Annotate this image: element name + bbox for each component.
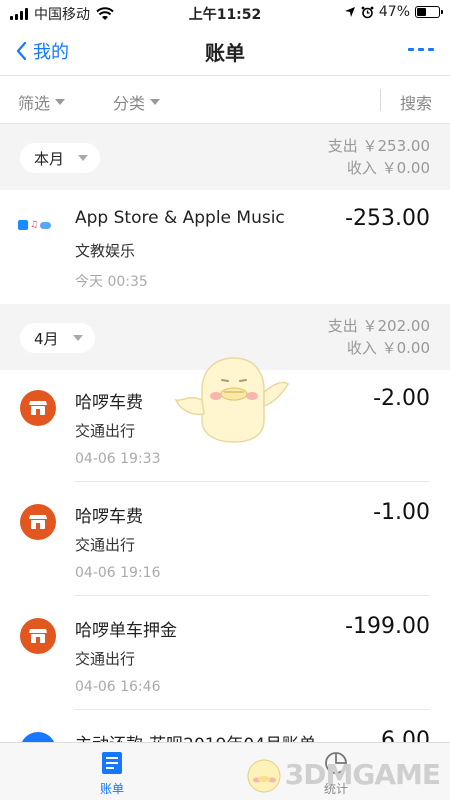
transaction-amount: -2.00: [373, 386, 430, 411]
mascot-icon: [174, 357, 290, 443]
shop-icon: [20, 618, 56, 654]
divider: [74, 595, 430, 596]
battery-percent: 47%: [378, 4, 410, 20]
tab-bar: 账单 统计 3DMGAME: [0, 742, 450, 800]
transaction-category: 文教娱乐: [75, 242, 136, 260]
month-label: 4月: [34, 329, 59, 348]
transaction-category: 交通出行: [75, 422, 136, 440]
alarm-icon: [361, 6, 374, 18]
month-header: 本月 支出 ￥253.00 收入 ￥0.00: [0, 124, 450, 190]
more-icon: [408, 48, 414, 51]
transaction-category: 交通出行: [75, 536, 136, 554]
month-label: 本月: [34, 149, 65, 168]
divider: [74, 481, 430, 482]
expense-total: 支出 ￥202.00: [327, 317, 430, 335]
month-selector[interactable]: 4月: [20, 323, 95, 353]
filter-dropdown[interactable]: 筛选: [18, 90, 66, 114]
caret-down-icon: [78, 155, 89, 161]
month-summary: 支出 ￥253.00 收入 ￥0.00: [328, 135, 430, 179]
transaction-row[interactable]: ♫ App Store & Apple Music 文教娱乐 今天 00:35 …: [0, 190, 450, 302]
transaction-row[interactable]: 哈啰车费 交通出行 04-06 19:16 -1.00: [0, 484, 450, 596]
app-store-icon: ♫: [18, 220, 52, 230]
divider: [380, 89, 381, 111]
shop-icon: [20, 390, 56, 426]
shop-icon: [20, 504, 56, 540]
month-summary: 支出 ￥202.00 收入 ￥0.00: [328, 315, 430, 359]
category-label: 分类: [113, 94, 146, 113]
transaction-name: 哈啰车费: [75, 507, 143, 527]
transaction-time: 今天 00:35: [75, 274, 148, 290]
transaction-time: 04-06 19:33: [75, 451, 161, 467]
watermark: 3DMGAME: [243, 754, 441, 794]
location-icon: [344, 7, 355, 17]
tab-label: 账单: [99, 782, 124, 796]
battery-icon: [415, 6, 443, 18]
transaction-amount: -199.00: [345, 614, 430, 639]
caret-down-icon: [55, 99, 66, 105]
transaction-category: 交通出行: [75, 650, 136, 668]
filter-bar: 筛选 分类 搜索: [0, 76, 450, 124]
page-title: 账单: [205, 41, 245, 65]
divider: [74, 709, 430, 710]
watermark-logo-icon: [247, 759, 281, 793]
income-total: 收入 ￥0.00: [346, 159, 430, 177]
month-selector[interactable]: 本月: [20, 143, 101, 173]
transaction-row[interactable]: 哈啰单车押金 交通出行 04-06 16:46 -199.00: [0, 598, 450, 710]
tab-bill[interactable]: 账单: [82, 751, 142, 797]
transaction-name: 哈啰车费: [75, 393, 143, 413]
income-total: 收入 ￥0.00: [346, 339, 430, 357]
expense-total: 支出 ￥253.00: [327, 137, 430, 155]
transaction-time: 04-06 16:46: [75, 679, 161, 695]
status-bar: 中国移动 上午11:52 47%: [0, 0, 450, 26]
navigation-bar: 我的 账单: [0, 26, 450, 76]
bill-icon: [102, 752, 122, 774]
transaction-amount: -253.00: [345, 206, 430, 231]
watermark-text: 3DMGAME: [284, 757, 441, 791]
transaction-name: 哈啰单车押金: [75, 621, 177, 641]
search-button[interactable]: 搜索: [400, 90, 432, 114]
transaction-name: App Store & Apple Music: [75, 208, 285, 228]
filter-label: 筛选: [18, 94, 51, 113]
caret-down-icon: [150, 99, 161, 105]
caret-down-icon: [72, 335, 83, 341]
more-button[interactable]: [408, 48, 434, 51]
category-dropdown[interactable]: 分类: [113, 90, 161, 114]
transaction-amount: -1.00: [373, 500, 430, 525]
transaction-time: 04-06 19:16: [75, 565, 161, 581]
